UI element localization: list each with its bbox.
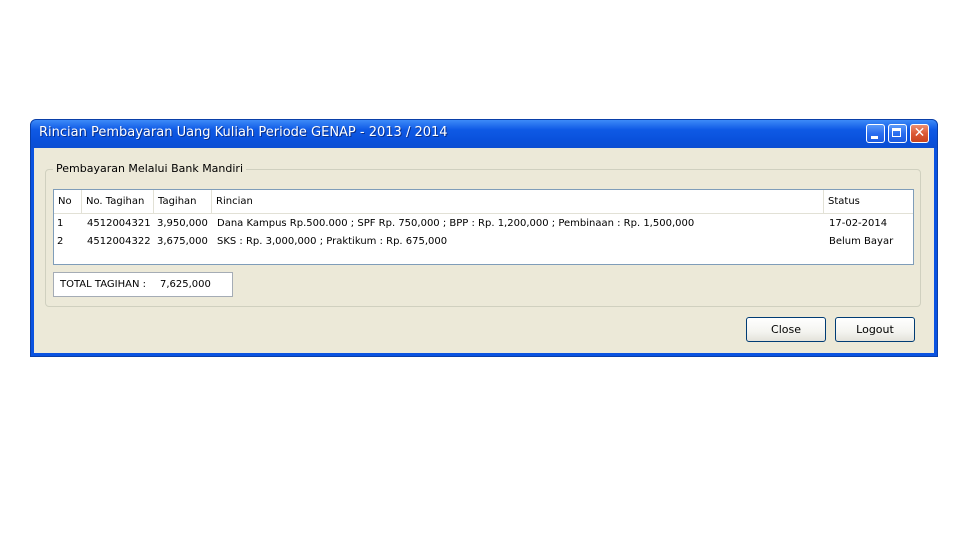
column-header-no[interactable]: No: [54, 190, 82, 213]
cell-tagihan: 3,675,000: [157, 236, 208, 247]
total-tagihan-label: TOTAL TAGIHAN :: [60, 279, 146, 290]
payment-detail-window: Rincian Pembayaran Uang Kuliah Periode G…: [30, 119, 938, 357]
column-header-status[interactable]: Status: [824, 190, 913, 213]
total-tagihan-value: 7,625,000: [160, 279, 211, 290]
close-window-button[interactable]: ✕: [910, 124, 929, 143]
table-row[interactable]: 2 4512004322 3,675,000 SKS : Rp. 3,000,0…: [54, 233, 913, 250]
total-tagihan-box: TOTAL TAGIHAN : 7,625,000: [53, 272, 233, 297]
window-client-area: Pembayaran Melalui Bank Mandiri No No. T…: [34, 148, 934, 353]
column-header-no-tagihan[interactable]: No. Tagihan: [82, 190, 154, 213]
minimize-icon: [871, 136, 878, 139]
close-button[interactable]: Close: [746, 317, 826, 342]
cell-no-tagihan: 4512004321: [87, 218, 151, 229]
maximize-button[interactable]: [888, 124, 907, 143]
window-title: Rincian Pembayaran Uang Kuliah Periode G…: [39, 125, 448, 140]
cell-tagihan: 3,950,000: [157, 218, 208, 229]
cell-status: 17-02-2014: [829, 218, 888, 229]
table-row[interactable]: 1 4512004321 3,950,000 Dana Kampus Rp.50…: [54, 215, 913, 232]
table-header: No No. Tagihan Tagihan Rincian Status: [54, 190, 913, 214]
cell-rincian: SKS : Rp. 3,000,000 ; Praktikum : Rp. 67…: [217, 236, 448, 247]
minimize-button[interactable]: [866, 124, 885, 143]
cell-no: 2: [57, 236, 64, 247]
payment-groupbox: Pembayaran Melalui Bank Mandiri No No. T…: [45, 162, 921, 307]
maximize-icon: [892, 128, 901, 137]
cell-no-tagihan: 4512004322: [87, 236, 151, 247]
cell-no: 1: [57, 218, 64, 229]
close-icon: ✕: [913, 125, 926, 141]
cell-status: Belum Bayar: [829, 236, 894, 247]
column-header-tagihan[interactable]: Tagihan: [154, 190, 212, 213]
logout-button[interactable]: Logout: [835, 317, 915, 342]
billing-table[interactable]: No No. Tagihan Tagihan Rincian Status 1 …: [53, 189, 914, 265]
column-header-rincian[interactable]: Rincian: [212, 190, 824, 213]
groupbox-title: Pembayaran Melalui Bank Mandiri: [53, 162, 247, 175]
title-bar[interactable]: Rincian Pembayaran Uang Kuliah Periode G…: [31, 120, 937, 148]
cell-rincian: Dana Kampus Rp.500.000 ; SPF Rp. 750,000…: [217, 218, 695, 229]
